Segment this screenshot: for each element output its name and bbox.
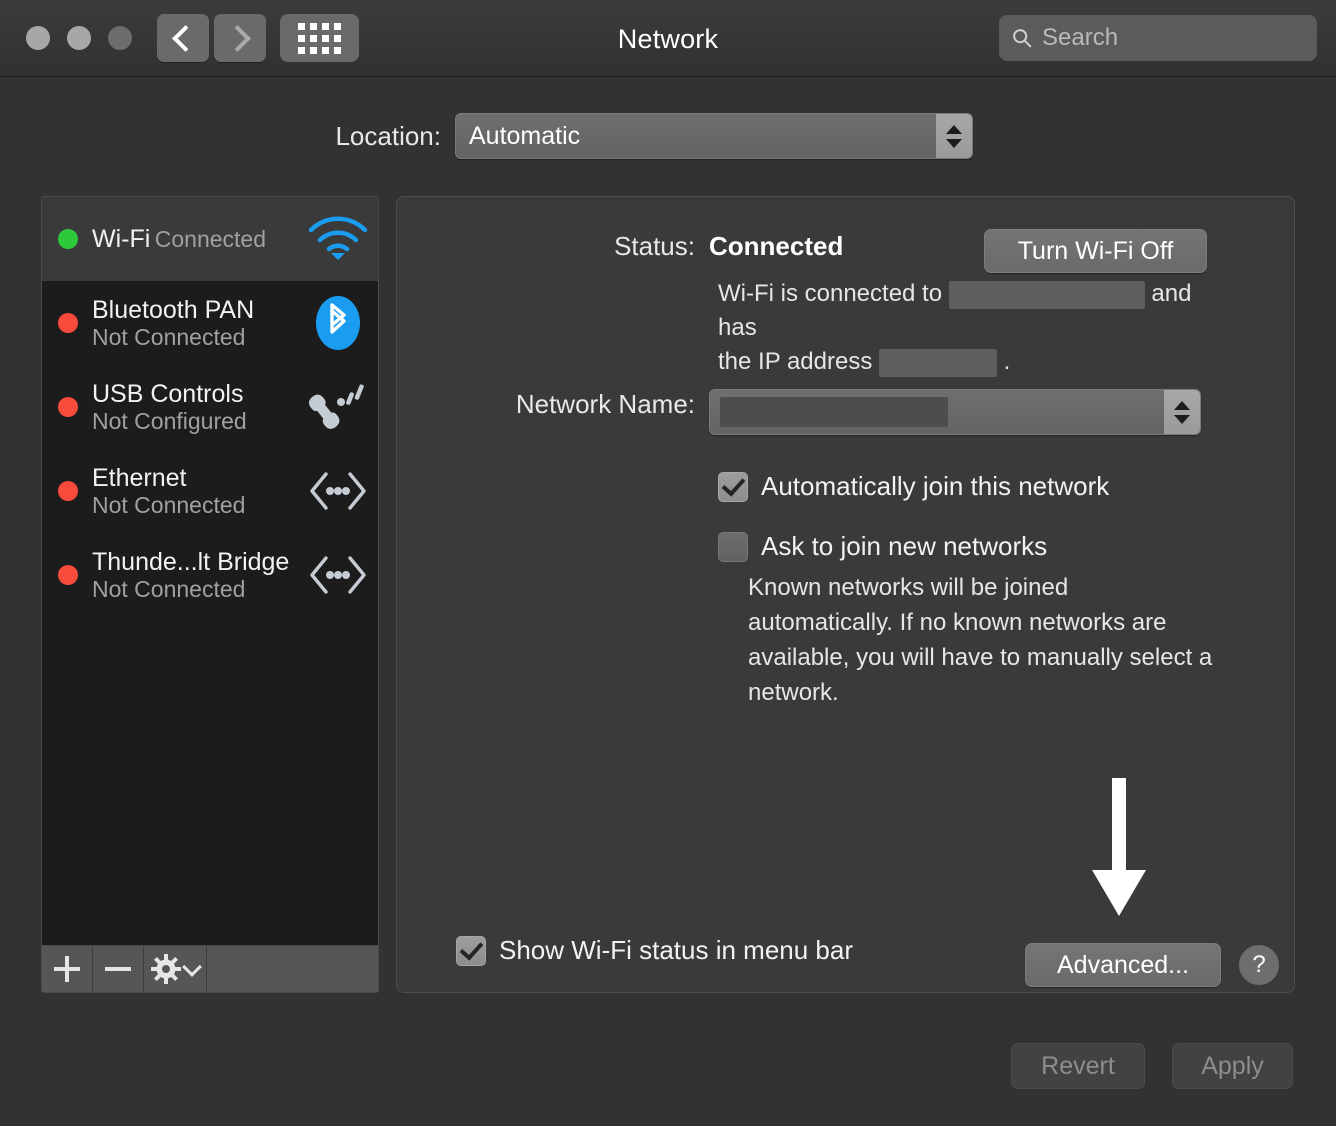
- wifi-icon: [306, 216, 370, 262]
- service-status: Not Connected: [92, 492, 245, 518]
- sidebar-toolbar-filler: [207, 946, 378, 992]
- network-name-popup-button[interactable]: [709, 389, 1201, 435]
- service-status: Not Configured: [92, 408, 247, 434]
- bluetooth-icon: [306, 294, 370, 352]
- network-name-stepper-icon[interactable]: [1164, 390, 1200, 434]
- sidebar-item-thunderbolt-bridge[interactable]: Thunde...lt Bridge Not Connected: [42, 533, 378, 617]
- show-status-label: Show Wi-Fi status in menu bar: [499, 935, 853, 966]
- service-name: Wi-Fi: [92, 225, 150, 253]
- plus-icon: [54, 956, 80, 982]
- search-placeholder: Search: [1042, 24, 1118, 52]
- status-dot: [58, 397, 78, 417]
- service-name: USB Controls: [92, 380, 243, 408]
- location-row: Location: Automatic: [0, 113, 1336, 159]
- auto-join-label: Automatically join this network: [761, 471, 1109, 502]
- status-dot: [58, 229, 78, 249]
- search-icon: [1011, 27, 1033, 49]
- ask-join-checkbox-row[interactable]: Ask to join new networks: [718, 531, 1047, 562]
- status-dot: [58, 481, 78, 501]
- status-label: Status:: [397, 231, 709, 262]
- ask-join-checkbox[interactable]: [718, 532, 748, 562]
- sidebar-item-wifi[interactable]: Wi-Fi Connected: [42, 197, 378, 281]
- redacted-ip-address: [879, 349, 997, 377]
- phone-handset-icon: [306, 378, 370, 436]
- sidebar-item-ethernet[interactable]: Ethernet Not Connected: [42, 449, 378, 533]
- sidebar-item-usb-controls[interactable]: USB Controls Not Configured: [42, 365, 378, 449]
- sidebar-toolbar: [42, 945, 378, 992]
- status-dot: [58, 565, 78, 585]
- service-status: Not Connected: [92, 324, 245, 350]
- ethernet-icon: [306, 469, 370, 513]
- status-description: Wi-Fi is connected to and has the IP add…: [718, 277, 1218, 379]
- show-status-checkbox[interactable]: [456, 936, 486, 966]
- auto-join-checkbox[interactable]: [718, 472, 748, 502]
- network-name-label: Network Name:: [397, 389, 709, 420]
- status-description-line2-suffix: .: [1004, 348, 1011, 375]
- ask-join-help-text: Known networks will be joined automatica…: [748, 570, 1218, 710]
- turn-wifi-off-button[interactable]: Turn Wi-Fi Off: [984, 229, 1207, 273]
- service-name: Bluetooth PAN: [92, 296, 254, 324]
- chevron-down-icon: [182, 957, 202, 977]
- apply-button[interactable]: Apply: [1172, 1043, 1293, 1089]
- ask-join-label: Ask to join new networks: [761, 531, 1047, 562]
- search-field[interactable]: Search: [999, 15, 1317, 61]
- service-status: Not Connected: [92, 576, 245, 602]
- location-label: Location:: [0, 121, 455, 152]
- revert-button[interactable]: Revert: [1011, 1043, 1145, 1089]
- network-name-row: Network Name:: [397, 389, 1294, 435]
- location-stepper-icon[interactable]: [936, 114, 972, 158]
- location-popup-button[interactable]: Automatic: [455, 113, 973, 159]
- show-status-checkbox-row[interactable]: Show Wi-Fi status in menu bar: [456, 935, 853, 966]
- wifi-detail-panel: Status: Connected Turn Wi-Fi Off Wi-Fi i…: [396, 196, 1295, 993]
- network-services-list: Wi-Fi Connected Bluetooth PAN Not Co: [42, 197, 378, 945]
- redacted-network-name: [720, 397, 948, 427]
- minus-icon: [105, 967, 131, 971]
- sidebar-item-bluetooth-pan[interactable]: Bluetooth PAN Not Connected: [42, 281, 378, 365]
- help-button[interactable]: ?: [1239, 945, 1279, 985]
- status-dot: [58, 313, 78, 333]
- service-actions-button[interactable]: [144, 946, 207, 992]
- remove-service-button[interactable]: [93, 946, 144, 992]
- location-value: Automatic: [456, 122, 580, 151]
- gear-icon: [151, 954, 181, 984]
- auto-join-checkbox-row[interactable]: Automatically join this network: [718, 471, 1109, 502]
- network-preferences-window: Network Search Location: Automatic Wi-Fi: [0, 0, 1336, 1126]
- window-titlebar: Network Search: [0, 0, 1336, 77]
- status-description-line2-prefix: the IP address: [718, 348, 872, 375]
- network-services-sidebar: Wi-Fi Connected Bluetooth PAN Not Co: [41, 196, 379, 993]
- service-name: Thunde...lt Bridge: [92, 548, 289, 576]
- service-status: Connected: [155, 226, 266, 252]
- ethernet-icon: [306, 553, 370, 597]
- status-value: Connected: [709, 231, 843, 262]
- service-name: Ethernet: [92, 464, 187, 492]
- redacted-ssid: [949, 281, 1145, 309]
- add-service-button[interactable]: [42, 946, 93, 992]
- status-description-line1-prefix: Wi-Fi is connected to: [718, 280, 942, 307]
- advanced-button[interactable]: Advanced...: [1025, 943, 1221, 987]
